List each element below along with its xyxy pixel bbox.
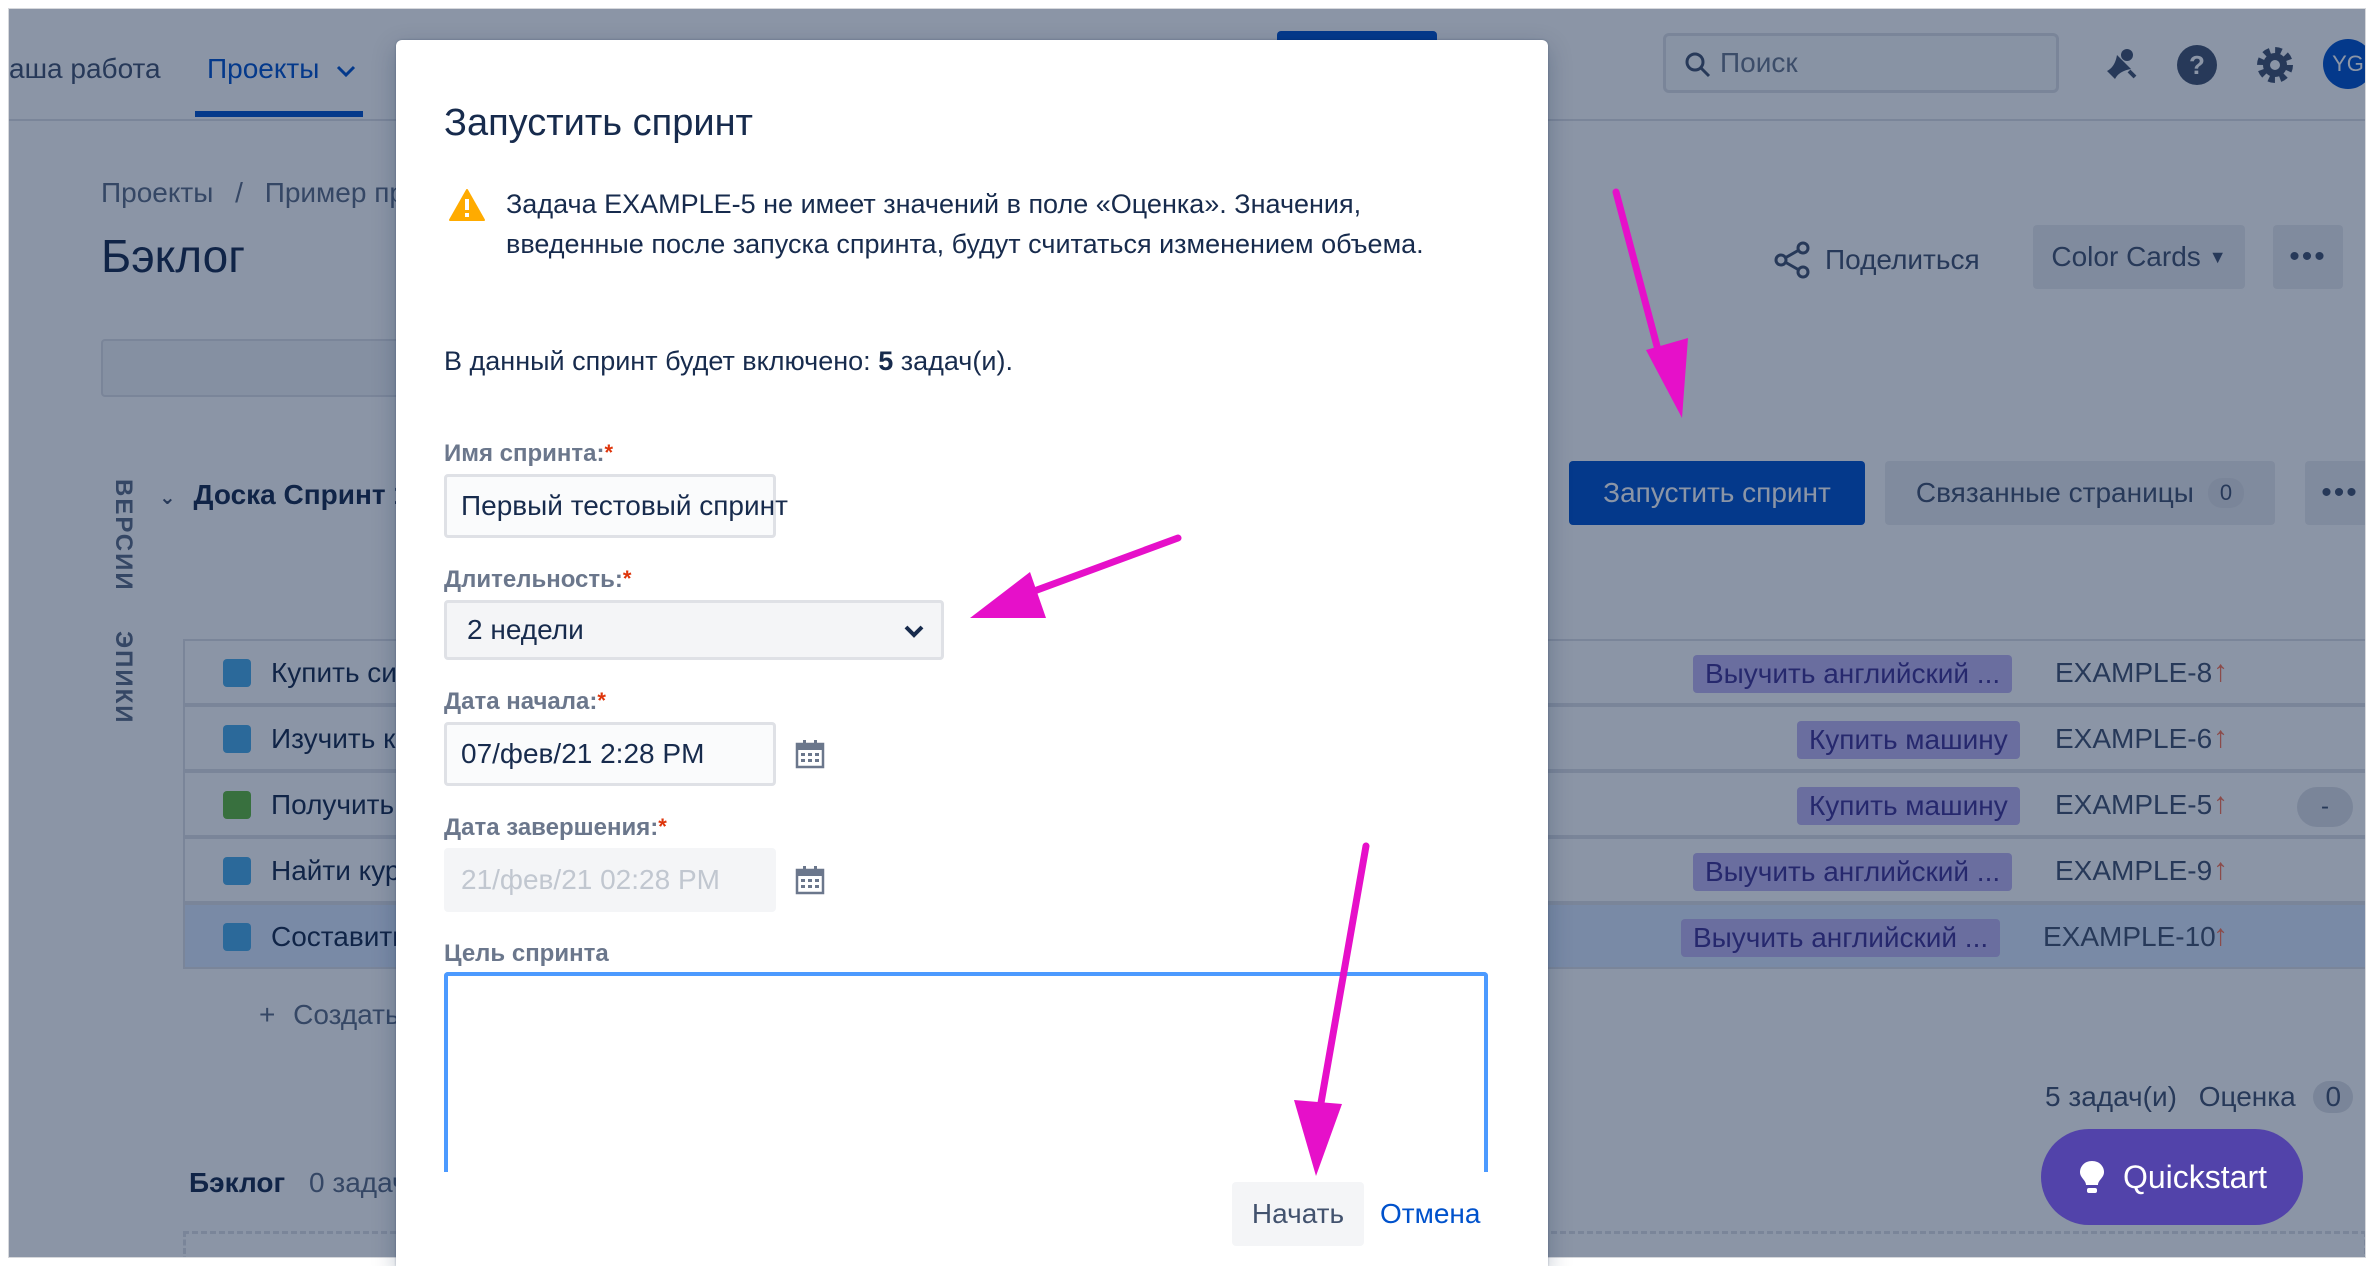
start-date-label-text: Дата начала: — [444, 688, 598, 715]
required-mark: * — [597, 688, 606, 713]
required-mark: * — [658, 814, 667, 839]
start-button[interactable]: Начать — [1232, 1182, 1364, 1246]
required-mark: * — [604, 440, 614, 465]
sprint-name-input[interactable]: Первый тестовый спринт — [444, 474, 788, 538]
calendar-icon[interactable] — [794, 738, 826, 770]
sprint-name-label-text: Имя спринта: — [444, 440, 605, 467]
warning-icon — [449, 189, 485, 221]
duration-selected-value: 2 недели — [467, 614, 584, 645]
calendar-icon[interactable] — [794, 864, 826, 896]
dialog-title: Запустить спринт — [444, 102, 753, 144]
required-mark: * — [622, 566, 632, 591]
lightbulb-icon — [2079, 1161, 2104, 1193]
issues-included-count: 5 — [878, 346, 894, 376]
end-date-label-text: Дата завершения: — [444, 814, 659, 841]
issues-included-prefix: В данный спринт будет включено: — [444, 346, 879, 376]
start-sprint-dialog: Запустить спринт Задача EXAMPLE-5 не име… — [396, 40, 1548, 1266]
issues-included-text: В данный спринт будет включено: 5 задач(… — [444, 346, 1013, 377]
estimate-warning-text: Задача EXAMPLE-5 не имеет значений в пол… — [506, 189, 1424, 259]
end-date-input: 21/фев/21 02:28 PM — [444, 848, 776, 912]
sprint-goal-label: Цель спринта — [444, 940, 609, 967]
issues-included-suffix: задач(и). — [893, 346, 1013, 376]
sprint-name-label: Имя спринта:* — [444, 440, 613, 468]
duration-label-text: Длительность: — [444, 566, 623, 593]
dialog-footer — [396, 1172, 1548, 1266]
quickstart-button[interactable]: Quickstart — [2041, 1129, 2303, 1225]
chevron-down-icon — [904, 625, 924, 638]
start-date-input[interactable]: 07/фев/21 2:28 PM — [444, 722, 776, 786]
duration-select[interactable]: 2 недели — [444, 600, 944, 660]
quickstart-label: Quickstart — [2122, 1158, 2268, 1195]
start-date-label: Дата начала:* — [444, 688, 606, 716]
sprint-goal-textarea[interactable] — [444, 972, 1488, 1172]
cancel-button[interactable]: Отмена — [1380, 1198, 1480, 1230]
duration-label: Длительность:* — [444, 566, 631, 594]
end-date-label: Дата завершения:* — [444, 814, 667, 842]
